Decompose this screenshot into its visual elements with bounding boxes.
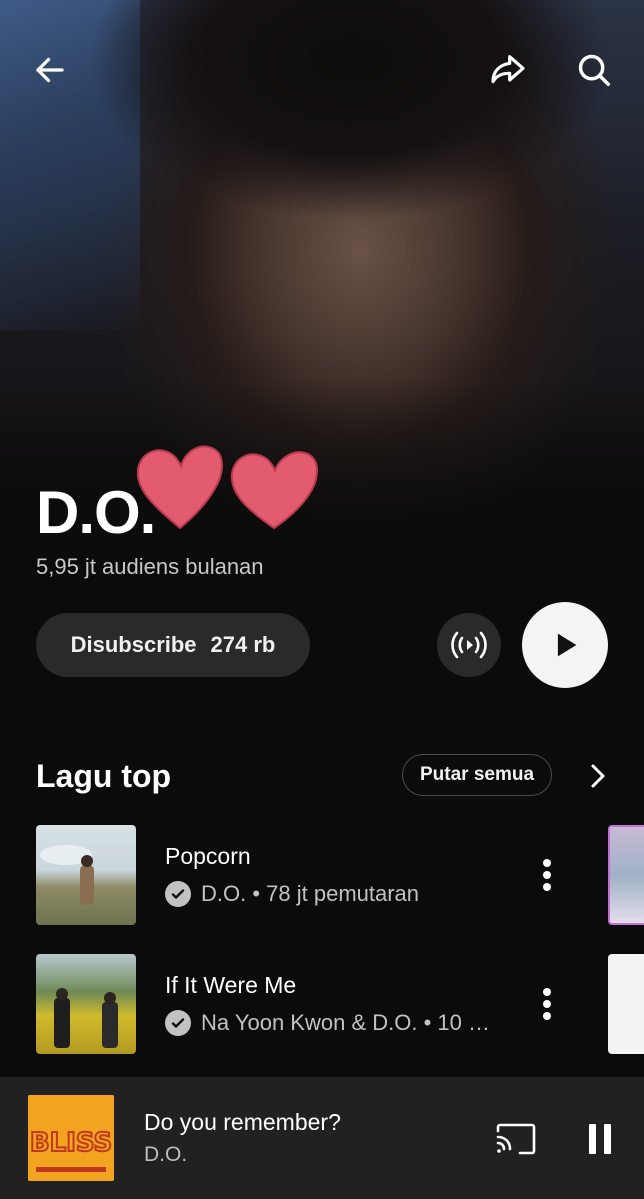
track-meta-text: Na Yoon Kwon & D.O. • 10 … [201,1010,490,1035]
subscribe-button[interactable]: Disubscribe 274 rb [36,613,310,677]
track-row[interactable]: Popcorn D.O. • 78 jt pemutaran [0,825,644,925]
radio-broadcast-icon [451,631,487,659]
subscriber-count: 274 rb [210,632,276,657]
radio-button[interactable] [437,613,501,677]
back-button[interactable] [26,46,74,94]
svg-text:BLISS: BLISS [30,1128,112,1158]
artist-screen: D.O. 5,95 jt audiens bulanan Disubscribe… [0,0,644,1199]
track-meta: Na Yoon Kwon & D.O. • 10 … [165,1010,490,1036]
more-vertical-icon [543,988,551,1020]
pause-icon [589,1124,611,1154]
check-circle-icon [165,881,191,907]
hero-shadow [90,0,610,260]
play-all-button[interactable]: Putar semua [402,754,552,796]
search-icon [578,54,610,86]
track-row[interactable]: If It Were Me Na Yoon Kwon & D.O. • 10 … [0,954,644,1054]
track-menu-button[interactable] [527,982,567,1026]
share-button[interactable] [484,46,532,94]
pause-button[interactable] [578,1117,622,1161]
cast-button[interactable] [492,1117,540,1161]
play-icon [557,633,577,657]
hearts-sticker [136,445,318,530]
track-menu-button[interactable] [527,853,567,897]
arrow-left-icon [36,57,64,83]
next-column-thumbnail[interactable] [608,825,644,925]
share-icon [491,55,525,84]
album-art-logo: BLISS [28,1095,114,1181]
track-meta: D.O. • 78 jt pemutaran [165,881,419,907]
more-vertical-icon [543,859,551,891]
mini-player[interactable]: BLISS Do you remember? D.O. [0,1077,644,1199]
now-playing-title: Do you remember? [144,1109,341,1135]
search-button[interactable] [570,46,618,94]
now-playing-art: BLISS [28,1095,114,1181]
section-more-button[interactable] [582,758,614,794]
now-playing-artist: D.O. [144,1143,188,1166]
next-column-thumbnail[interactable] [608,954,644,1054]
track-title: If It Were Me [165,972,297,998]
section-title: Lagu top [36,758,172,794]
subscribe-label: Disubscribe [70,632,197,657]
check-circle-icon [165,1010,191,1036]
track-thumbnail [36,825,136,925]
chevron-right-icon [591,764,605,788]
play-button[interactable] [522,602,608,688]
track-title: Popcorn [165,843,251,869]
track-meta-text: D.O. • 78 jt pemutaran [201,881,420,906]
monthly-listeners: 5,95 jt audiens bulanan [36,554,264,579]
track-thumbnail [36,954,136,1054]
cast-icon [496,1123,536,1155]
